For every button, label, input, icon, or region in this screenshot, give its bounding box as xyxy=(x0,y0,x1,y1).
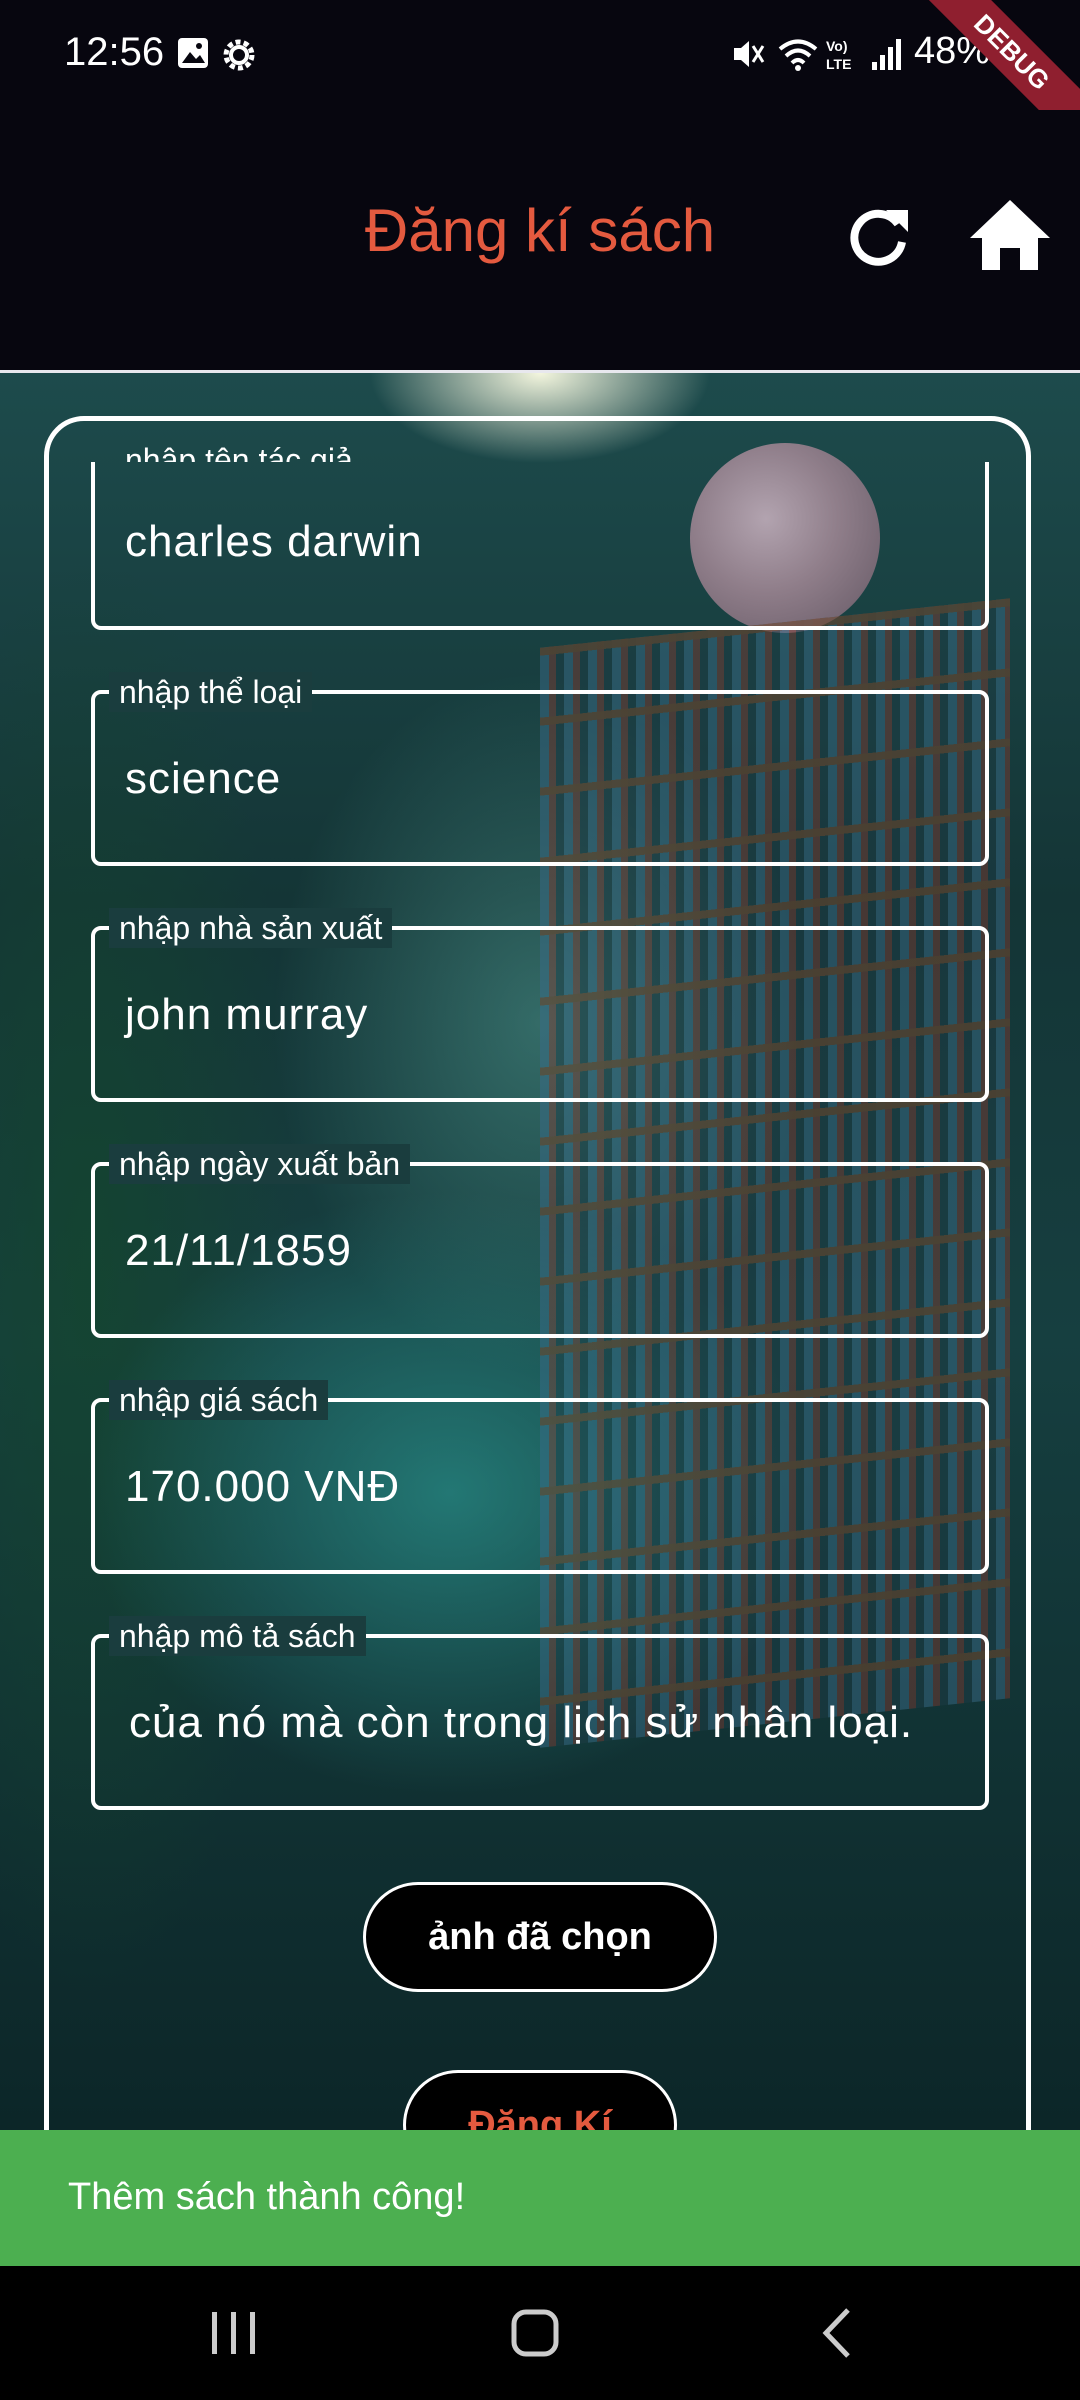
publisher-input[interactable]: john murray xyxy=(125,990,368,1040)
genre-field[interactable]: nhập thể loại science xyxy=(91,672,989,866)
navigation-bar xyxy=(0,2266,1080,2400)
publish-date-input[interactable]: 21/11/1859 xyxy=(125,1226,352,1276)
status-bar: 12:56 Vo) LTE 48% DEBUG xyxy=(0,0,1080,160)
status-time: 12:56 xyxy=(64,30,165,74)
price-field[interactable]: nhập giá sách 170.000 VNĐ xyxy=(91,1380,989,1574)
app-bar: Đăng kí sách xyxy=(0,110,1080,373)
recent-apps-icon[interactable] xyxy=(206,2306,262,2360)
image-select-button[interactable]: ảnh đã chọn xyxy=(363,1882,717,1992)
price-label: nhập giá sách xyxy=(109,1380,329,1420)
author-field[interactable]: charles darwin xyxy=(91,462,989,630)
publish-date-field[interactable]: nhập ngày xuất bản 21/11/1859 xyxy=(91,1144,989,1338)
volte-icon: Vo) LTE xyxy=(826,38,851,72)
image-select-label: ảnh đã chọn xyxy=(428,1916,652,1958)
snackbar: Thêm sách thành công! xyxy=(0,2130,1080,2266)
description-label: nhập mô tả sách xyxy=(109,1616,366,1656)
back-icon[interactable] xyxy=(812,2306,868,2360)
home-nav-icon[interactable] xyxy=(508,2306,564,2360)
signal-icon xyxy=(872,39,901,70)
publisher-field[interactable]: nhập nhà sản xuất john murray xyxy=(91,908,989,1102)
svg-text:LTE: LTE xyxy=(826,56,851,72)
genre-label: nhập thể loại xyxy=(109,672,313,712)
author-input[interactable]: charles darwin xyxy=(125,517,423,567)
genre-input[interactable]: science xyxy=(125,754,281,804)
description-input[interactable]: của nó mà còn trong lịch sử nhân loại. xyxy=(129,1698,913,1748)
mute-icon xyxy=(734,41,765,67)
author-label: nhập tên tác giả xyxy=(125,442,353,462)
price-input[interactable]: 170.000 VNĐ xyxy=(125,1462,400,1512)
wifi-icon xyxy=(778,39,818,71)
refresh-icon[interactable] xyxy=(836,194,920,278)
publisher-label: nhập nhà sản xuất xyxy=(109,908,393,948)
gallery-icon xyxy=(178,38,208,68)
description-field[interactable]: nhập mô tả sách của nó mà còn trong lịch… xyxy=(91,1616,989,1810)
snackbar-message: Thêm sách thành công! xyxy=(68,2176,466,2218)
publish-date-label: nhập ngày xuất bản xyxy=(109,1144,411,1184)
svg-text:Vo): Vo) xyxy=(826,38,848,54)
settings-icon xyxy=(223,39,255,71)
home-icon[interactable] xyxy=(968,194,1052,278)
